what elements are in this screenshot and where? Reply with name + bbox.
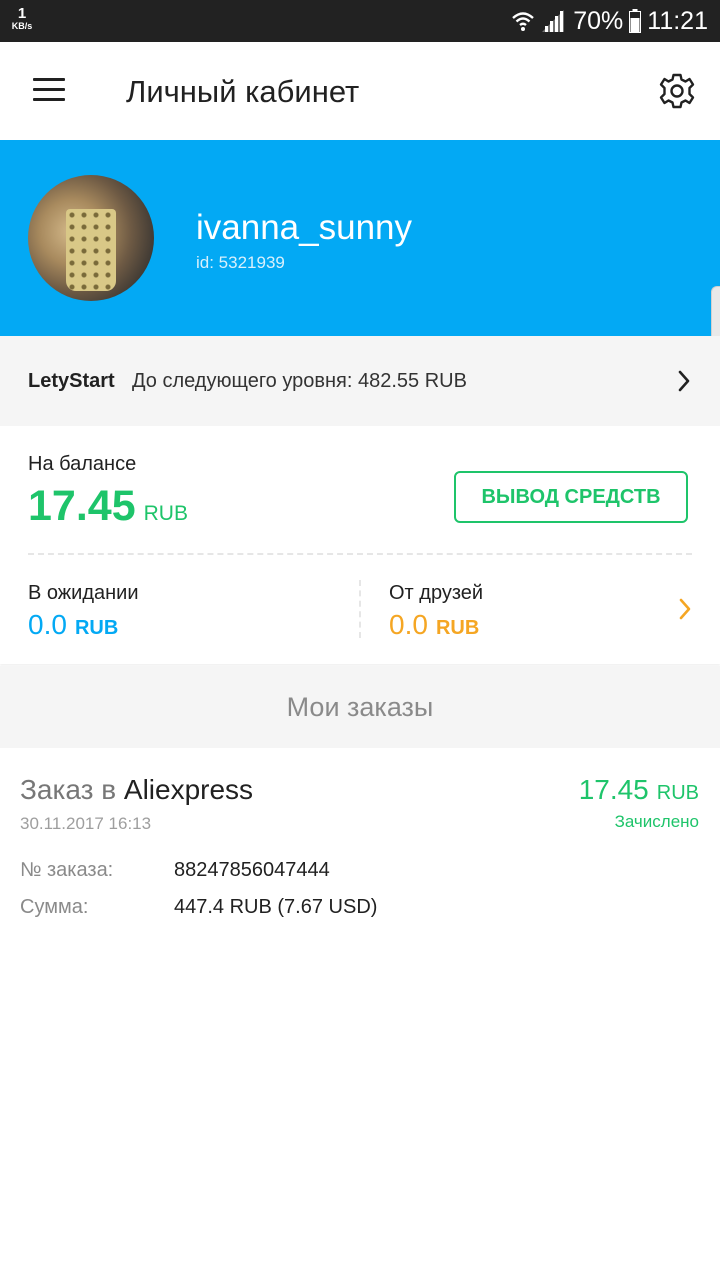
balance-label: На балансе <box>28 453 137 475</box>
divider-vertical <box>359 580 361 638</box>
username: ivanna_sunny <box>196 208 412 247</box>
network-speed-value: 1 <box>17 5 27 22</box>
order-date: 30.11.2017 16:13 <box>20 814 152 833</box>
order-cashback: 17.45 RUB <box>579 774 699 806</box>
friends-currency: RUB <box>435 617 480 639</box>
orders-section-header: Мои заказы <box>0 666 720 748</box>
pending-amount: 0.0 RUB <box>28 609 118 641</box>
order-cashback-value: 17.45 <box>578 774 649 805</box>
withdraw-button[interactable]: ВЫВОД СРЕДСТВ <box>454 471 688 523</box>
avatar[interactable] <box>28 175 154 301</box>
gear-icon[interactable] <box>658 72 696 110</box>
order-number-label: № заказа: <box>20 859 114 881</box>
battery-icon <box>629 9 642 33</box>
order-item[interactable]: Заказ в Aliexpress 30.11.2017 16:13 17.4… <box>0 748 720 948</box>
wifi-icon <box>512 12 535 31</box>
chevron-right-icon[interactable] <box>678 597 692 621</box>
order-title: Заказ в Aliexpress <box>20 774 253 806</box>
profile-header: ivanna_sunny id: 5321939 <box>0 140 720 336</box>
balance-currency: RUB <box>143 502 188 525</box>
avatar-photo <box>66 209 116 291</box>
pending-label: В ожидании <box>28 582 139 604</box>
level-row[interactable]: LetyStart До следующего уровня: 482.55 R… <box>0 336 720 426</box>
user-id: id: 5321939 <box>196 253 285 272</box>
level-progress-text: До следующего уровня: 482.55 RUB <box>132 370 467 392</box>
pending-value: 0.0 <box>28 609 67 640</box>
network-speed-unit: KB/s <box>11 21 33 31</box>
app-bar: Личный кабинет <box>0 42 720 140</box>
status-bar: 1 KB/s 70% 11:21 <box>0 0 720 42</box>
battery-percent: 70% <box>573 6 624 35</box>
order-sum: 447.4 RUB (7.67 USD) <box>174 896 378 918</box>
clock: 11:21 <box>647 6 708 35</box>
balance-value: 17.45 <box>28 482 136 530</box>
order-title-prefix: Заказ в <box>20 774 117 805</box>
order-number: 88247856047444 <box>174 859 330 881</box>
friends-value: 0.0 <box>389 609 428 640</box>
chevron-right-icon <box>678 370 690 392</box>
level-name: LetyStart <box>28 370 115 392</box>
divider <box>28 553 692 555</box>
orders-header-title: Мои заказы <box>286 691 434 722</box>
order-sum-label: Сумма: <box>20 896 89 918</box>
pending-currency: RUB <box>74 617 119 639</box>
balance-amount: 17.45 RUB <box>28 482 188 531</box>
balance-card: На балансе 17.45 RUB ВЫВОД СРЕДСТВ В ожи… <box>0 426 720 664</box>
menu-icon[interactable] <box>33 78 65 102</box>
friends-amount: 0.0 RUB <box>389 609 479 641</box>
network-speed: 1 KB/s <box>9 6 35 31</box>
order-cashback-currency: RUB <box>656 782 699 804</box>
friends-label: От друзей <box>389 582 484 604</box>
page-title: Личный кабинет <box>126 74 360 109</box>
order-shop: Aliexpress <box>123 774 254 805</box>
order-status: Зачислено <box>614 812 699 831</box>
signal-icon <box>542 10 565 32</box>
